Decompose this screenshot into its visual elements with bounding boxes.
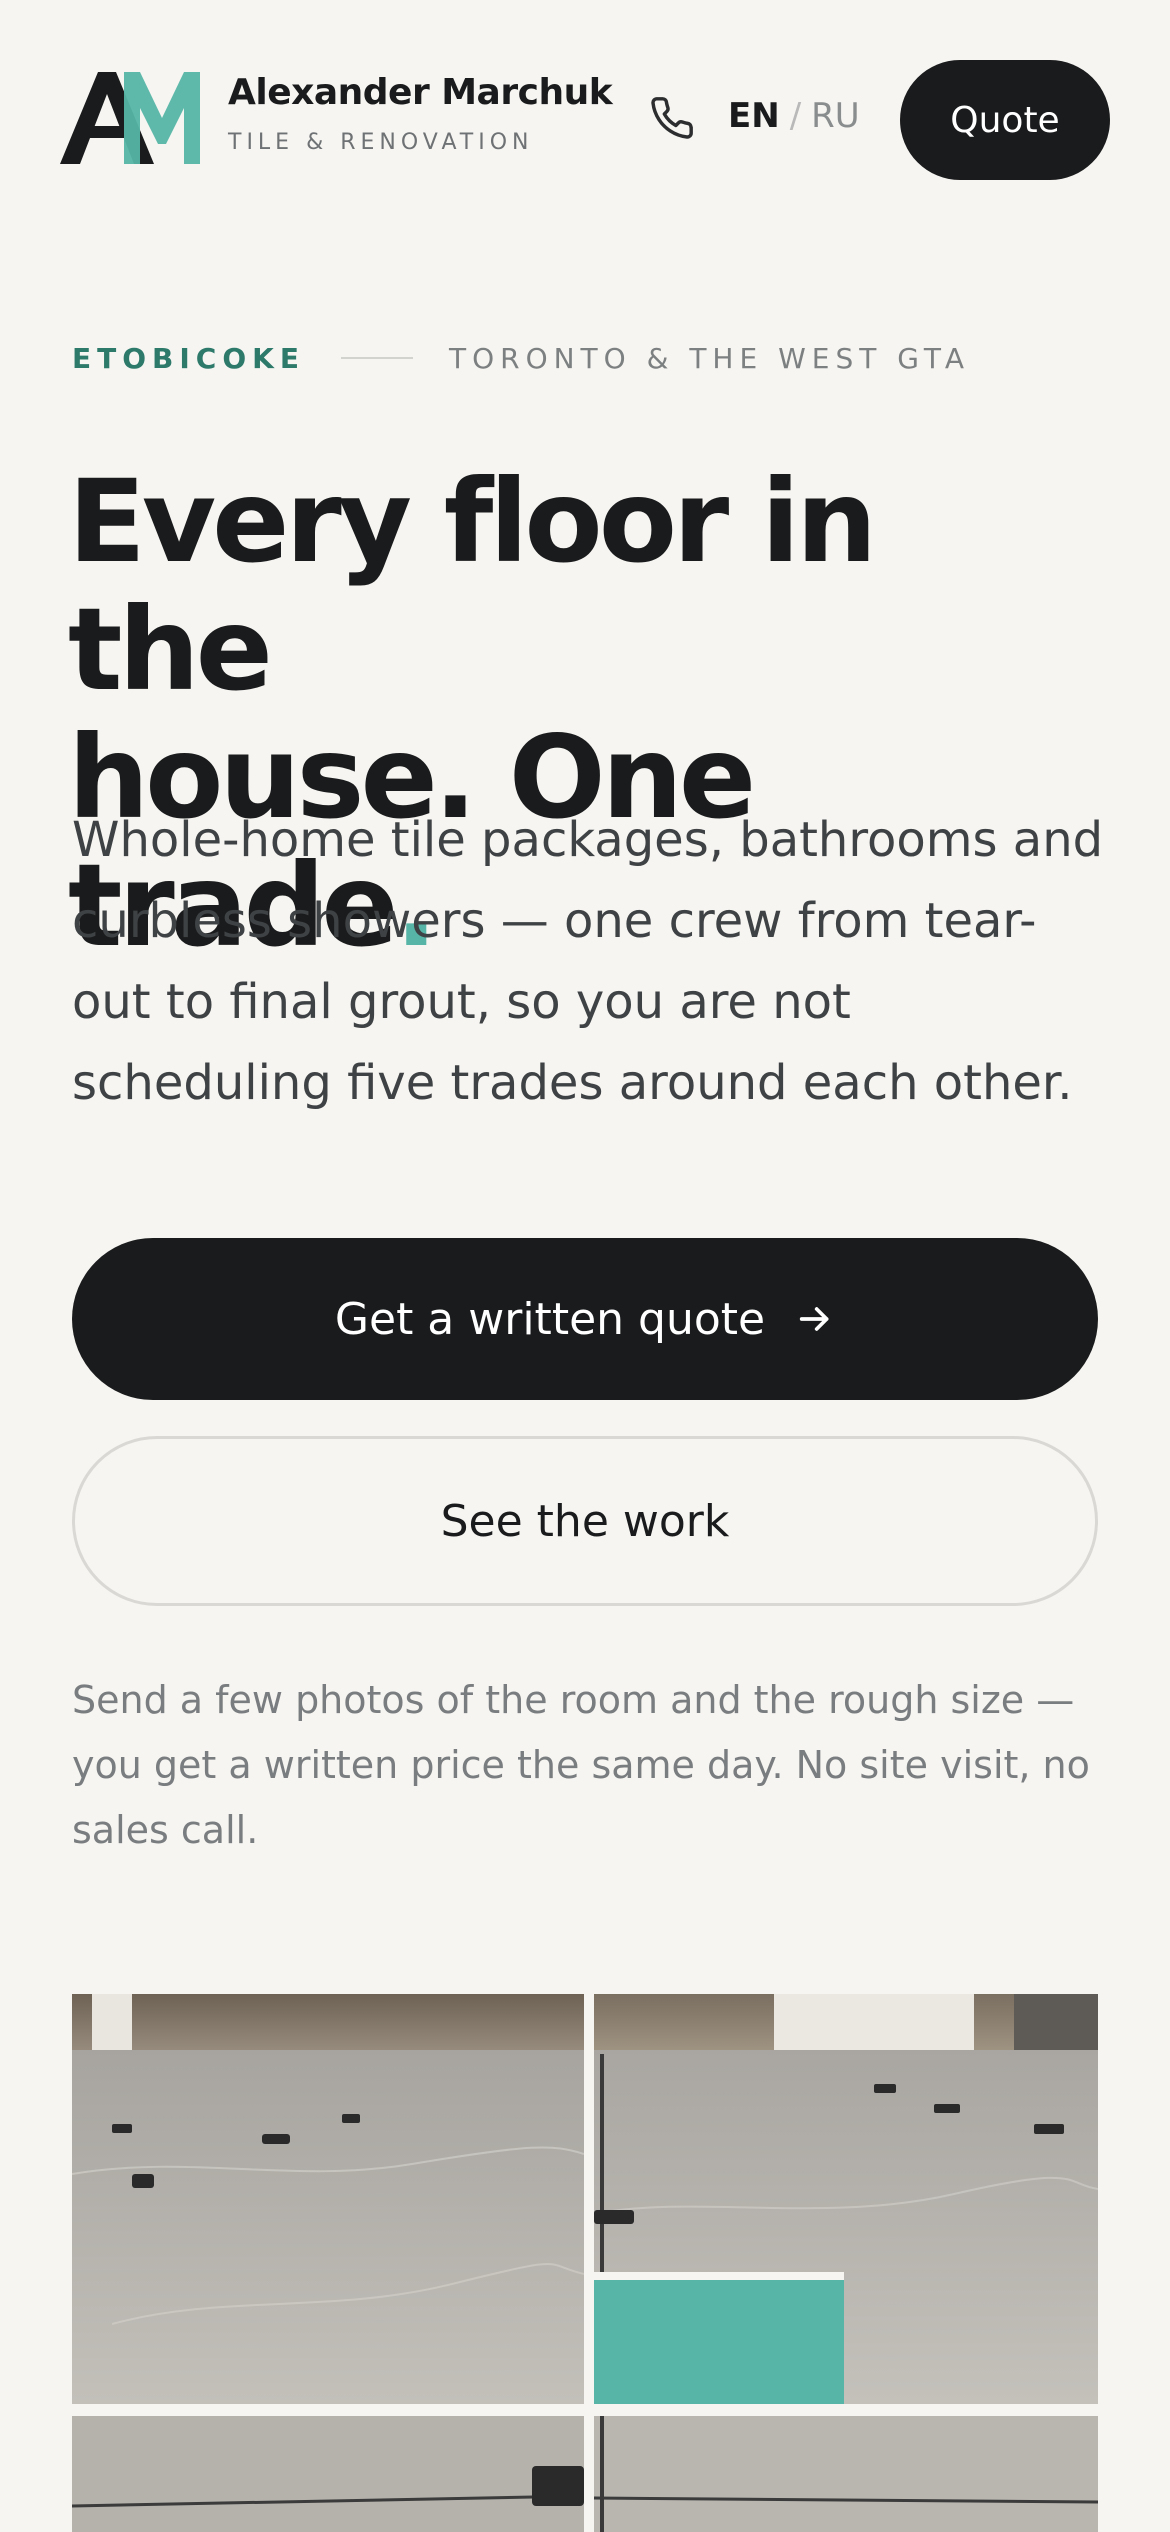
hero-lede: Whole-home tile packages, bathrooms and …: [72, 812, 1104, 1111]
work-photo-4[interactable]: [594, 2416, 1098, 2532]
headline-line-1: Every floor in the: [68, 455, 877, 716]
quote-note: Send a few photos of the room and the ro…: [72, 1678, 1090, 1852]
lang-separator: /: [789, 96, 802, 136]
get-quote-button[interactable]: Get a written quote: [72, 1238, 1098, 1400]
site-header: Alexander Marchuk TILE & RENOVATION EN / R…: [60, 60, 1110, 180]
work-photo-3[interactable]: [72, 2416, 584, 2532]
brand-tagline: TILE & RENOVATION: [228, 130, 534, 155]
phone-button[interactable]: [644, 90, 700, 146]
phone-icon: [651, 97, 693, 139]
page: Alexander Marchuk TILE & RENOVATION EN / R…: [0, 0, 1170, 2532]
get-quote-label: Get a written quote: [334, 1293, 766, 1345]
quote-button[interactable]: Quote: [900, 60, 1110, 180]
work-photo-grid: [72, 1994, 1098, 2532]
lang-en[interactable]: EN: [728, 96, 780, 136]
see-work-button[interactable]: See the work: [72, 1436, 1098, 1606]
arrow-right-icon: [795, 1299, 835, 1339]
location-primary: ETOBICOKE: [72, 341, 305, 375]
location-secondary: TORONTO & THE WEST GTA: [448, 341, 971, 375]
lang-ru[interactable]: RU: [811, 96, 860, 136]
location-line: ETOBICOKE TORONTO & THE WEST GTA: [72, 338, 970, 378]
accent-block: [594, 2272, 844, 2404]
work-photo-1[interactable]: [72, 1994, 584, 2404]
language-switcher: EN / RU: [728, 96, 860, 136]
brand-name: Alexander Marchuk: [228, 72, 613, 113]
location-divider: [340, 357, 413, 359]
logo-mark[interactable]: [60, 72, 200, 164]
